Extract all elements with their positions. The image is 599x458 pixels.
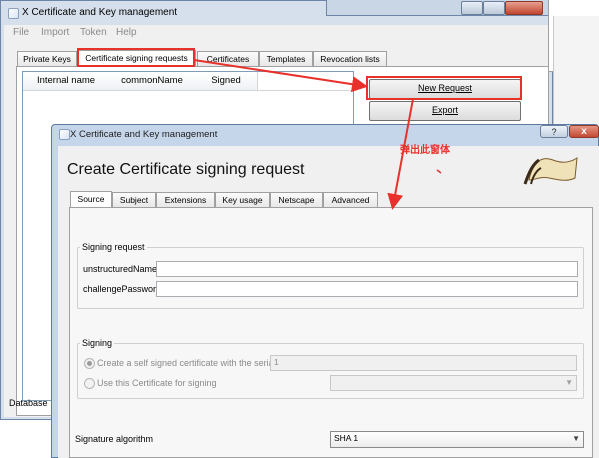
column-internal-name[interactable]: Internal name xyxy=(23,72,110,90)
use-certificate-radio[interactable] xyxy=(84,378,95,389)
challenge-password-field[interactable] xyxy=(156,281,578,297)
other-window-titlebar xyxy=(326,0,566,16)
background-window-title: X Certificate and Key management xyxy=(22,7,178,18)
source-tab-pane xyxy=(69,207,593,458)
signing-request-group-title: Signing request xyxy=(80,242,147,252)
annotation-label: 弹出此窗体 xyxy=(400,145,450,156)
new-request-button[interactable]: New Request xyxy=(369,79,521,99)
export-button[interactable]: Export xyxy=(369,101,521,121)
app-icon xyxy=(8,8,19,19)
help-button[interactable]: ? xyxy=(540,125,568,138)
self-signed-label: Create a self signed certificate with th… xyxy=(97,358,276,368)
challenge-password-label: challengePassword xyxy=(83,284,162,294)
menu-token[interactable]: Token xyxy=(80,27,107,38)
tab-templates[interactable]: Templates xyxy=(259,51,313,67)
column-common-name[interactable]: commonName xyxy=(109,72,196,90)
maximize-icon[interactable] xyxy=(483,1,505,15)
tab-revocation-lists[interactable]: Revocation lists xyxy=(313,51,387,67)
column-signed[interactable]: Signed xyxy=(195,72,258,90)
serial-value: 1 xyxy=(274,357,279,367)
menu-file[interactable]: File xyxy=(13,27,29,38)
tab-private-keys[interactable]: Private Keys xyxy=(17,51,77,67)
chevron-down-icon: ▼ xyxy=(572,434,580,443)
unstructured-name-label: unstructuredName xyxy=(83,264,158,274)
xca-logo-icon xyxy=(523,156,578,185)
menu-bar: File Import Token Help xyxy=(4,25,548,41)
tab-advanced[interactable]: Advanced xyxy=(323,192,378,208)
menu-import[interactable]: Import xyxy=(41,27,69,38)
signing-request-group xyxy=(77,247,584,309)
new-request-button-label: New Request xyxy=(417,83,473,93)
menu-help[interactable]: Help xyxy=(116,27,137,38)
dialog-heading: Create Certificate signing request xyxy=(67,161,305,178)
tab-subject[interactable]: Subject xyxy=(112,192,156,208)
database-status-label: Database xyxy=(9,398,48,408)
dialog-app-icon xyxy=(59,129,70,140)
table-header-divider xyxy=(23,90,353,91)
export-button-label: Export xyxy=(431,105,458,115)
chevron-down-icon: ▼ xyxy=(565,378,573,387)
dialog-close-button[interactable]: x xyxy=(569,125,599,138)
signing-certificate-combo[interactable]: ▼ xyxy=(330,375,577,391)
tab-certificates[interactable]: Certificates xyxy=(197,51,259,67)
self-signed-radio[interactable] xyxy=(84,358,95,369)
use-certificate-label: Use this Certificate for signing xyxy=(97,378,217,388)
dialog-title: X Certificate and Key management xyxy=(70,129,218,140)
signature-algorithm-value: SHA 1 xyxy=(334,433,359,443)
minimize-icon[interactable] xyxy=(461,1,483,15)
signature-algorithm-combo[interactable]: SHA 1 ▼ xyxy=(330,431,584,448)
signature-algorithm-label: Signature algorithm xyxy=(75,434,154,444)
tab-extensions[interactable]: Extensions xyxy=(156,192,215,208)
tab-netscape[interactable]: Netscape xyxy=(270,192,323,208)
tab-key-usage[interactable]: Key usage xyxy=(215,192,270,208)
unstructured-name-field[interactable] xyxy=(156,261,578,277)
signing-group-title: Signing xyxy=(80,338,115,348)
serial-field[interactable]: 1 xyxy=(270,355,577,371)
close-icon[interactable] xyxy=(505,1,543,15)
